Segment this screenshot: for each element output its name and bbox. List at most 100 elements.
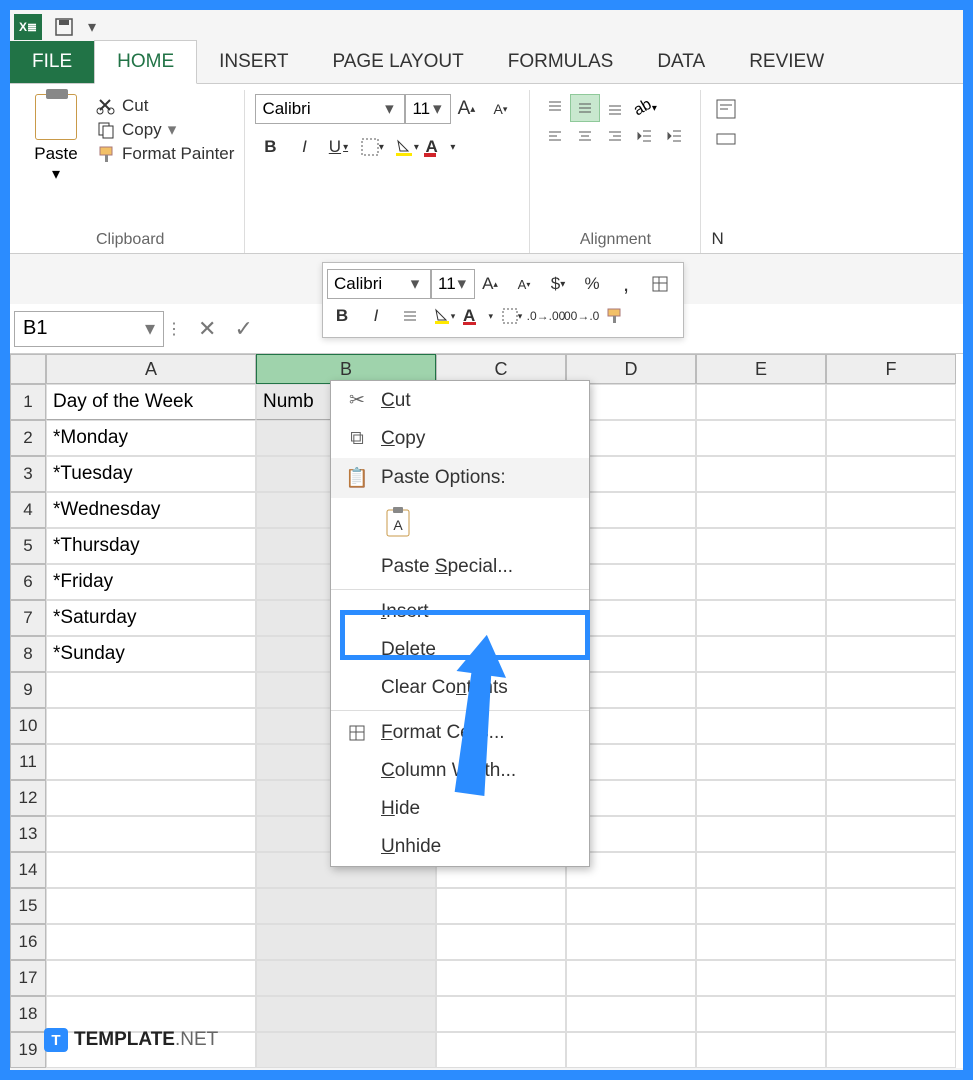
chevron-down-icon[interactable]: ▾ (145, 316, 155, 341)
cell[interactable] (826, 744, 956, 780)
cell[interactable] (826, 636, 956, 672)
mini-borders[interactable]: ▾ (497, 301, 527, 331)
cell[interactable] (436, 1032, 566, 1068)
row-header[interactable]: 7 (10, 600, 46, 636)
mini-format-cells[interactable] (645, 269, 675, 299)
mini-italic[interactable]: I (361, 301, 391, 331)
cell[interactable] (826, 456, 956, 492)
tab-pagelayout[interactable]: PAGE LAYOUT (310, 41, 485, 83)
row-header[interactable]: 15 (10, 888, 46, 924)
cell[interactable] (696, 996, 826, 1032)
cell[interactable] (826, 780, 956, 816)
merge-button[interactable] (711, 124, 741, 154)
row-header[interactable]: 8 (10, 636, 46, 672)
row-header[interactable]: 6 (10, 564, 46, 600)
cell[interactable] (436, 888, 566, 924)
tab-formulas[interactable]: FORMULAS (486, 41, 636, 83)
row-header[interactable]: 9 (10, 672, 46, 708)
context-hide[interactable]: Hide (331, 790, 589, 828)
context-unhide[interactable]: Unhide (331, 828, 589, 866)
cell[interactable] (46, 852, 256, 888)
cell[interactable] (696, 816, 826, 852)
cell[interactable] (826, 960, 956, 996)
cell[interactable] (436, 924, 566, 960)
chevron-down-icon[interactable]: ▾ (380, 99, 398, 119)
enter-formula-icon[interactable]: ✓ (234, 316, 252, 342)
mini-font-color[interactable]: A▾ (463, 301, 493, 331)
cell[interactable] (46, 672, 256, 708)
copy-button[interactable]: Copy ▾ (96, 120, 234, 140)
cell[interactable] (256, 924, 436, 960)
cell[interactable] (566, 960, 696, 996)
cell[interactable] (826, 708, 956, 744)
row-header[interactable]: 4 (10, 492, 46, 528)
cut-button[interactable]: Cut (96, 96, 234, 116)
mini-format-painter[interactable] (599, 301, 629, 331)
align-right-button[interactable] (600, 122, 630, 150)
wrap-text-button[interactable] (711, 94, 741, 124)
chevron-down-icon[interactable]: ▾ (430, 99, 444, 119)
cell[interactable] (696, 708, 826, 744)
cell[interactable] (826, 924, 956, 960)
cell[interactable]: *Friday (46, 564, 256, 600)
column-header[interactable]: F (826, 354, 956, 384)
italic-button[interactable]: I (289, 132, 319, 162)
mini-percent[interactable]: % (577, 269, 607, 299)
cell[interactable] (696, 420, 826, 456)
cell[interactable] (826, 564, 956, 600)
cell[interactable] (696, 888, 826, 924)
tab-file[interactable]: FILE (10, 41, 94, 83)
cell[interactable] (696, 456, 826, 492)
cell[interactable] (826, 528, 956, 564)
cell[interactable] (566, 1032, 696, 1068)
align-middle-button[interactable] (570, 94, 600, 122)
name-box[interactable]: B1▾ (14, 311, 164, 347)
context-cut[interactable]: ✂ CuCutt (331, 381, 589, 420)
cell[interactable] (46, 708, 256, 744)
cell[interactable] (826, 420, 956, 456)
cell[interactable] (696, 564, 826, 600)
align-left-button[interactable] (540, 122, 570, 150)
row-header[interactable]: 13 (10, 816, 46, 852)
cell[interactable]: *Sunday (46, 636, 256, 672)
mini-size-combo[interactable]: 11▾ (431, 269, 475, 299)
cell[interactable] (696, 528, 826, 564)
cell[interactable] (826, 672, 956, 708)
mini-currency[interactable]: $▾ (543, 269, 573, 299)
context-copy[interactable]: ⧉ Copy (331, 420, 589, 458)
increase-font-button[interactable]: A▴ (451, 94, 481, 124)
borders-button[interactable]: ▾ (357, 132, 387, 162)
chevron-down-icon[interactable]: ▾ (414, 142, 419, 153)
cell[interactable] (696, 780, 826, 816)
orientation-button[interactable]: ab▾ (630, 94, 660, 122)
row-header[interactable]: 16 (10, 924, 46, 960)
mini-decrease-font[interactable]: A▾ (509, 269, 539, 299)
font-color-button[interactable]: A▾ (425, 132, 455, 162)
cell[interactable] (826, 888, 956, 924)
cell[interactable] (696, 600, 826, 636)
cell[interactable]: *Thursday (46, 528, 256, 564)
cell[interactable] (696, 636, 826, 672)
cell[interactable] (696, 924, 826, 960)
chevron-down-icon[interactable]: ▾ (343, 142, 348, 153)
increase-indent-button[interactable] (660, 122, 690, 150)
cell[interactable] (436, 996, 566, 1032)
cell[interactable] (566, 924, 696, 960)
column-header[interactable]: A (46, 354, 256, 384)
cell[interactable] (566, 996, 696, 1032)
cell[interactable] (826, 492, 956, 528)
cell[interactable] (696, 744, 826, 780)
decrease-indent-button[interactable] (630, 122, 660, 150)
save-icon[interactable] (50, 14, 78, 40)
mini-align[interactable] (395, 301, 425, 331)
cancel-formula-icon[interactable]: ✕ (198, 316, 216, 342)
align-bottom-button[interactable] (600, 94, 630, 122)
cell[interactable] (256, 960, 436, 996)
font-name-combo[interactable]: Calibri▾ (255, 94, 405, 124)
cell[interactable] (696, 1032, 826, 1068)
align-center-button[interactable] (570, 122, 600, 150)
decrease-font-button[interactable]: A▾ (485, 94, 515, 124)
cell[interactable] (826, 852, 956, 888)
cell[interactable]: *Tuesday (46, 456, 256, 492)
mini-bold[interactable]: B (327, 301, 357, 331)
